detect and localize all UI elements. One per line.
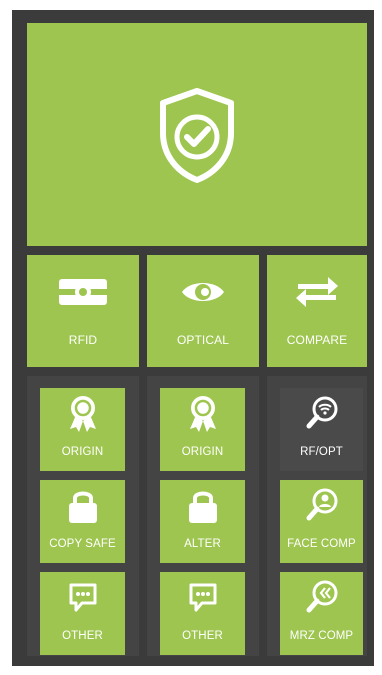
optical-alter-tile[interactable]: ALTER [160,480,245,563]
shield-check-icon [160,87,234,183]
eye-icon [180,273,226,311]
overall-status-tile[interactable] [27,23,367,246]
chat-dots-icon [188,578,218,618]
rfid-origin-label: ORIGIN [61,446,104,458]
rfid-copy-safe-label: COPY SAFE [49,538,116,550]
compare-mrz-tile[interactable]: MRZ COMP [280,572,363,655]
compare-face-tile[interactable]: FACE COMP [280,480,363,563]
rfid-other-tile[interactable]: OTHER [40,572,125,655]
search-chevrons-icon [306,578,338,618]
award-ribbon-icon [188,394,218,434]
search-face-icon [306,486,338,526]
optical-alter-label: ALTER [184,538,221,550]
rfid-other-label: OTHER [62,630,103,642]
rfid-origin-tile[interactable]: ORIGIN [40,388,125,471]
optical-check-tile[interactable]: OPTICAL [147,255,259,367]
search-wifi-icon [306,394,338,434]
lock-icon [67,486,99,526]
optical-origin-tile[interactable]: ORIGIN [160,388,245,471]
rfid-copy-safe-tile[interactable]: COPY SAFE [40,480,125,563]
award-ribbon-icon [68,394,98,434]
rfid-label: RFID [68,333,98,347]
optical-other-tile[interactable]: OTHER [160,572,245,655]
chat-dots-icon [68,578,98,618]
optical-other-label: OTHER [182,630,223,642]
compare-face-label: FACE COMP [287,538,356,550]
compare-label: COMPARE [286,333,348,347]
lock-icon [187,486,219,526]
compare-rf-opt-tile[interactable]: RF/OPT [280,388,363,471]
rfid-check-tile[interactable]: RFID [27,255,139,367]
compare-mrz-label: MRZ COMP [289,630,354,642]
compare-check-tile[interactable]: COMPARE [267,255,367,367]
compare-rf-opt-label: RF/OPT [300,446,343,458]
optical-origin-label: ORIGIN [181,446,224,458]
swap-arrows-icon [294,273,340,311]
rfid-card-icon [57,273,109,311]
optical-label: OPTICAL [176,333,230,347]
